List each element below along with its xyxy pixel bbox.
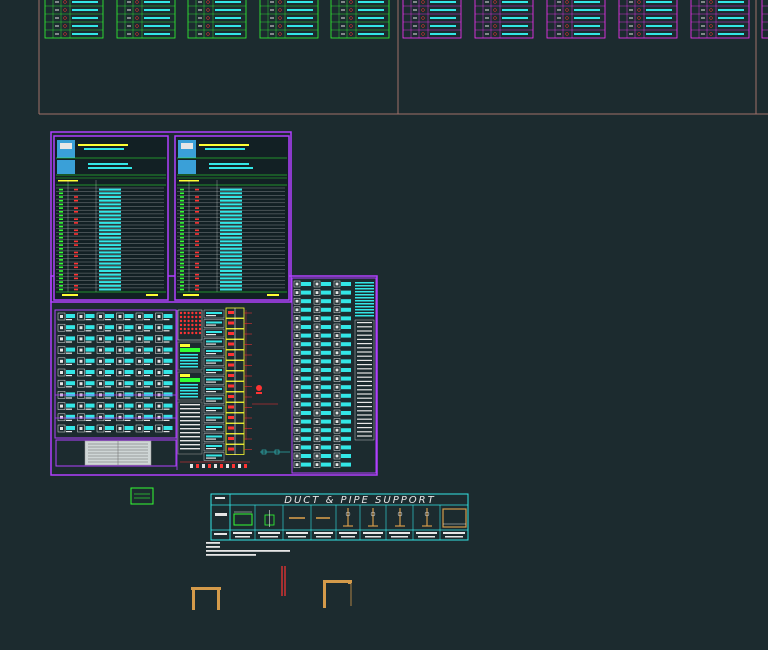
pipe-section xyxy=(281,566,286,596)
small-green-block xyxy=(130,487,154,505)
sheet-set-block xyxy=(50,131,378,476)
cover-sheet-1 xyxy=(53,135,169,301)
detail-grid-right xyxy=(291,277,377,474)
detail-grid-left xyxy=(54,309,177,467)
magenta-schedule-tables xyxy=(402,0,768,39)
top-schedule-frame xyxy=(38,0,768,115)
green-schedule-tables xyxy=(44,0,390,39)
cover-sheet-2 xyxy=(174,135,290,301)
detail-column-middle xyxy=(176,309,225,470)
duct-support-title: DUCT & PIPE SUPPORT xyxy=(284,495,435,506)
support-frame-right xyxy=(323,580,352,608)
support-frame-left xyxy=(191,587,221,610)
duct-pipe-support-table: DUCT & PIPE SUPPORT xyxy=(206,493,469,556)
cad-drawing-canvas[interactable]: DUCT & PIPE SUPPORT xyxy=(0,0,768,650)
